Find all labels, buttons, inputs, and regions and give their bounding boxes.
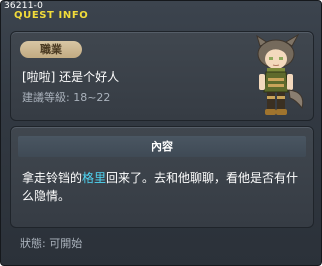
quest-description: 拿走铃铛的格里回来了。去和他聊聊，看他是否有什么隐情。 xyxy=(22,169,304,205)
window-title: QUEST INFO xyxy=(14,10,89,21)
content-header: 內容 xyxy=(18,136,306,157)
npc-name: [啦啦] 还是个好人 xyxy=(22,70,120,84)
recommended-level: 建議等級: 18~22 xyxy=(22,91,111,104)
description-text-start: 拿走铃铛的 xyxy=(22,171,83,185)
job-tag: 職業 xyxy=(20,41,82,58)
npc-character-sprite xyxy=(256,34,304,115)
quest-content-panel: 內容 拿走铃铛的格里回来了。去和他聊聊，看他是否有什么隐情。 xyxy=(10,126,314,228)
quest-info-window: 36211-0 QUEST INFO 職業 [啦啦] 还是个好人 建議等級: 1… xyxy=(0,0,322,266)
quest-summary-panel: 職業 [啦啦] 还是个好人 建議等級: 18~22 xyxy=(10,31,314,121)
quest-status: 狀態: 可開始 xyxy=(20,237,83,250)
npc-highlight-link[interactable]: 格里 xyxy=(82,171,106,185)
